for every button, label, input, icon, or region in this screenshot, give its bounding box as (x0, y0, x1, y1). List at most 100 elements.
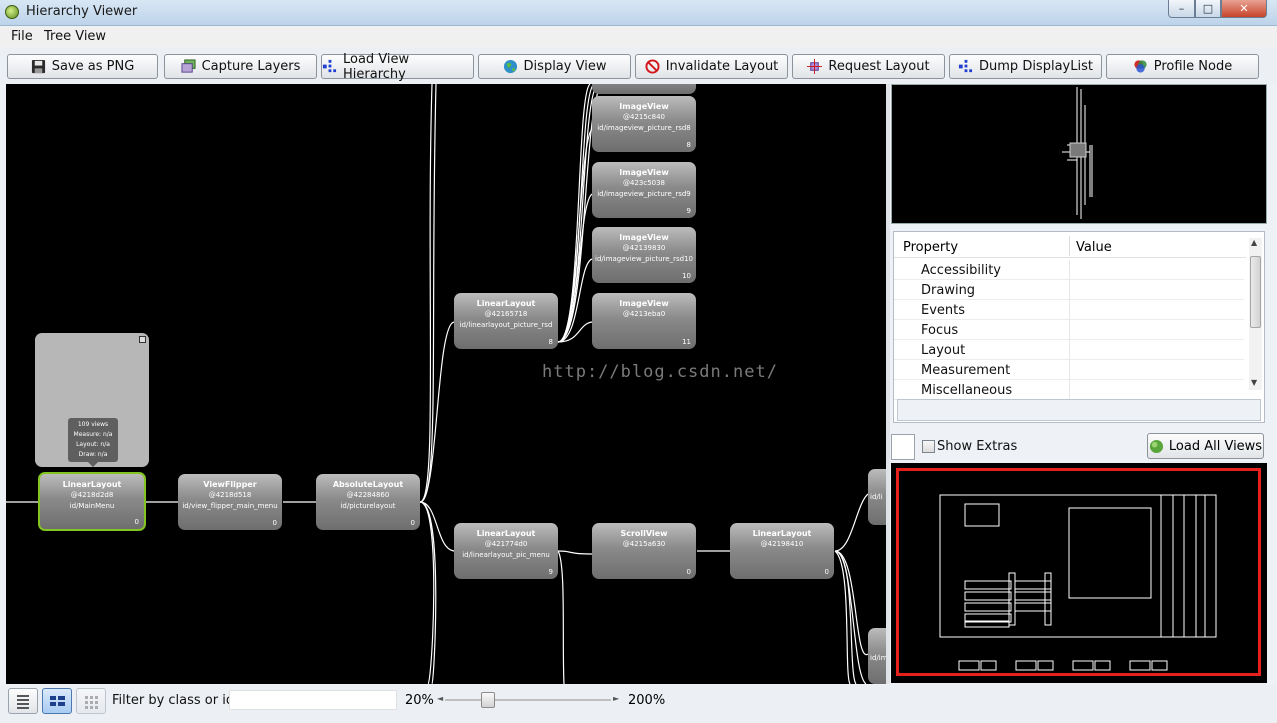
zoom-slider-thumb[interactable] (481, 692, 496, 708)
tree-node-partial-top[interactable]: id/li (868, 469, 886, 525)
cell-divider (1069, 320, 1070, 340)
overview-graph (1062, 87, 1093, 219)
property-row-miscellaneous[interactable]: Miscellaneous (894, 380, 1244, 400)
tree-node-linearlayout-mainmenu[interactable]: LinearLayout @4218d2d8 id/MainMenu 0 (38, 472, 146, 531)
tooltip-pin-icon[interactable] (139, 336, 146, 343)
node-index: 0 (272, 519, 277, 527)
node-address: @4215c840 (622, 113, 666, 121)
invalidate-layout-button[interactable]: Invalidate Layout (635, 54, 788, 79)
property-label: Layout (921, 343, 966, 358)
node-id: id/imageview_picture_rsd8 (597, 124, 691, 132)
property-row-drawing[interactable]: Drawing (894, 280, 1244, 300)
node-preview-tooltip: 109 views Measure: n/a Layout: n/a Draw:… (35, 333, 149, 467)
node-id: id/linearlayout_picture_rsd (459, 321, 553, 329)
tree-node-linearlayout-pic-menu[interactable]: LinearLayout @421774d0 id/linearlayout_p… (454, 523, 558, 579)
node-address: @423c5038 (622, 179, 666, 187)
filter-label: Filter by class or id: (112, 693, 239, 708)
properties-scrollbar[interactable]: ▲ ▼ (1249, 238, 1262, 390)
node-address: @4215a630 (622, 540, 666, 548)
minimize-button[interactable]: – (1168, 0, 1195, 18)
property-row-measurement[interactable]: Measurement (894, 360, 1244, 380)
scrollbar-thumb[interactable] (1250, 256, 1261, 328)
node-name: LinearLayout (752, 529, 812, 538)
tree-node-scrollview[interactable]: ScrollView @4215a630 0 (592, 523, 696, 579)
node-address: @4218d2d8 (70, 491, 114, 499)
toolbar: Save as PNG Capture Layers Load View Hie… (0, 48, 1277, 84)
zoom-slider[interactable]: ◄ ► (437, 692, 621, 708)
tree-node-linearlayout-picture[interactable]: LinearLayout @42165718 id/linearlayout_p… (454, 293, 558, 349)
tree-node-absolutelayout[interactable]: AbsoluteLayout @42284860 id/picturelayou… (316, 474, 420, 530)
load-all-views-button[interactable]: Load All Views (1147, 433, 1264, 459)
node-id: id/MainMenu (69, 502, 115, 510)
property-label: Miscellaneous (921, 383, 1013, 398)
color-swatch[interactable] (891, 434, 915, 460)
zoom-right-arrow-icon[interactable]: ► (613, 694, 619, 703)
tree-mode-button[interactable] (8, 688, 38, 714)
property-row-layout[interactable]: Layout (894, 340, 1244, 360)
close-button[interactable]: ✕ (1221, 0, 1267, 18)
node-index: 8 (548, 338, 553, 346)
display-view-label: Display View (523, 59, 607, 74)
maximize-button[interactable]: □ (1195, 0, 1221, 18)
property-row-events[interactable]: Events (894, 300, 1244, 320)
zoom-max-label: 200% (628, 693, 666, 708)
node-id: id/picturelayout (340, 502, 396, 510)
capture-layers-label: Capture Layers (201, 59, 301, 74)
scroll-up-arrow-icon[interactable]: ▲ (1251, 238, 1257, 247)
title-bar[interactable]: Hierarchy Viewer – □ ✕ (0, 0, 1277, 26)
column-header-value[interactable]: Value (1076, 240, 1112, 255)
zoom-slider-track (445, 699, 611, 701)
property-detail-field[interactable] (897, 399, 1261, 421)
property-label: Accessibility (921, 263, 1001, 278)
menu-file[interactable]: File (11, 29, 33, 44)
layout-wireframe (939, 494, 1217, 671)
request-layout-button[interactable]: Request Layout (792, 54, 945, 79)
tree-node-imageview-clipped[interactable] (592, 84, 696, 94)
node-name: LinearLayout (476, 529, 536, 538)
layout-selection-frame (896, 468, 1261, 676)
show-extras-checkbox[interactable] (922, 440, 935, 453)
capture-layers-button[interactable]: Capture Layers (164, 54, 317, 79)
cell-divider (1069, 360, 1070, 380)
tree-overview-panel[interactable] (891, 84, 1267, 224)
node-index: 0 (410, 519, 415, 527)
node-index: 8 (686, 141, 691, 149)
dump-displaylist-button[interactable]: Dump DisplayList (949, 54, 1102, 79)
property-label: Events (921, 303, 966, 318)
node-id: id/view_flipper_main_menu (182, 502, 278, 510)
list-lines-icon (17, 695, 29, 709)
node-index: 10 (682, 272, 691, 280)
column-header-property[interactable]: Property (903, 240, 958, 255)
tree-node-imageview-11[interactable]: ImageView @4213eba0 11 (592, 293, 696, 349)
node-name: ImageView (619, 102, 669, 111)
layout-grid-icon (50, 696, 65, 706)
display-view-button[interactable]: Display View (478, 54, 631, 79)
tree-node-imageview-8[interactable]: ImageView @4215c840 id/imageview_picture… (592, 96, 696, 152)
pixel-perfect-button[interactable] (76, 688, 106, 714)
tree-node-viewflipper[interactable]: ViewFlipper @4218d518 id/view_flipper_ma… (178, 474, 282, 530)
node-id: id/li (870, 493, 883, 501)
tree-canvas[interactable]: 109 views Measure: n/a Layout: n/a Draw:… (6, 84, 886, 684)
tree-node-partial-bottom[interactable]: id/ime (868, 628, 886, 684)
menu-tree-view[interactable]: Tree View (44, 29, 106, 44)
node-name: ImageView (619, 168, 669, 177)
stats-views: 109 views (77, 421, 109, 428)
property-row-accessibility[interactable]: Accessibility (894, 260, 1244, 280)
tree-node-imageview-9[interactable]: ImageView @423c5038 id/imageview_picture… (592, 162, 696, 218)
save-as-png-button[interactable]: Save as PNG (7, 54, 158, 79)
tree-node-linearlayout-scroll[interactable]: LinearLayout @42198410 0 (730, 523, 834, 579)
scroll-down-arrow-icon[interactable]: ▼ (1251, 378, 1257, 387)
properties-table[interactable]: Property Value Accessibility Drawing Eve… (893, 231, 1265, 423)
properties-mode-button[interactable] (42, 688, 72, 714)
tree-node-imageview-10[interactable]: ImageView @42139830 id/imageview_picture… (592, 227, 696, 283)
vertical-splitter[interactable] (886, 84, 890, 684)
profile-node-button[interactable]: Profile Node (1106, 54, 1259, 79)
filter-input[interactable] (229, 690, 397, 710)
zoom-left-arrow-icon[interactable]: ◄ (437, 694, 443, 703)
column-divider[interactable] (1069, 236, 1070, 256)
layout-preview-panel[interactable] (891, 463, 1267, 683)
load-view-hierarchy-button[interactable]: Load View Hierarchy (321, 52, 474, 82)
property-row-focus[interactable]: Focus (894, 320, 1244, 340)
globe-icon (1149, 439, 1163, 453)
layout-extras-toolbar: Show Extras Load All Views (891, 432, 1267, 460)
